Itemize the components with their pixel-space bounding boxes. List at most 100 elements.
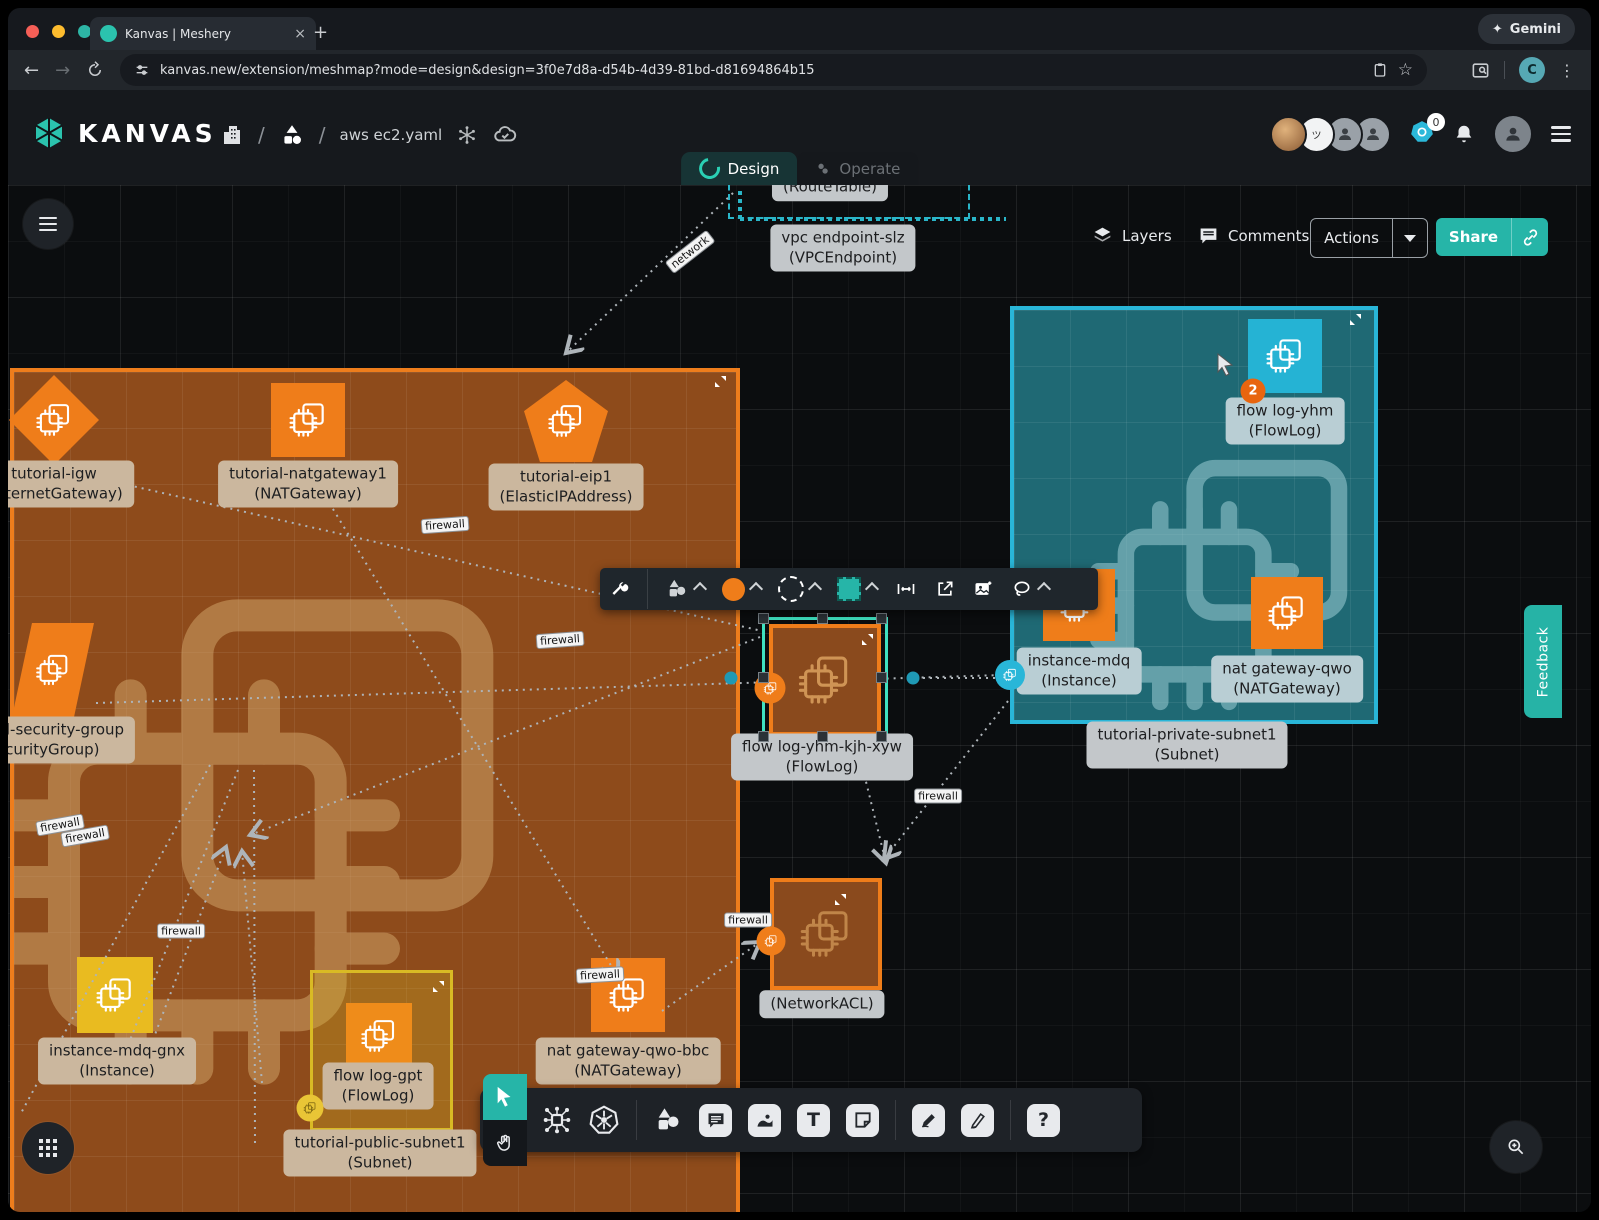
design-mode-icon [694, 154, 723, 183]
border-style-button[interactable] [778, 576, 820, 602]
dock-apps-button[interactable] [22, 1122, 74, 1174]
canvas-menu-button[interactable] [23, 199, 73, 249]
cloud-sync-icon[interactable] [492, 122, 518, 148]
selection-handle[interactable] [817, 613, 828, 624]
pan-tool[interactable] [483, 1120, 527, 1166]
node-label-eip1[interactable]: tutorial-eip1 (ElasticIPAddress) [489, 464, 644, 511]
gemini-button[interactable]: ✦ Gemini [1478, 14, 1575, 44]
media-tool[interactable] [748, 1104, 781, 1137]
browser-profile-avatar[interactable]: C [1519, 57, 1545, 83]
resize-icon[interactable] [714, 375, 727, 388]
node-label-route-table[interactable]: (RouteTable) [772, 185, 888, 201]
close-tab-icon[interactable]: × [294, 26, 306, 42]
edge-label-firewall: firewall [157, 924, 205, 939]
shape-fill-button[interactable] [837, 577, 877, 601]
star-bookmark-icon[interactable]: ☆ [1398, 60, 1413, 80]
node-label-security-group[interactable]: tutorial-security-group (SecurityGroup) [8, 717, 135, 764]
selection-handle[interactable] [876, 672, 887, 683]
configure-wrench-icon[interactable] [610, 579, 630, 599]
design-canvas[interactable]: 2 (RouteTable) vpc endpoint-slz (VPCEndp… [8, 185, 1591, 1212]
browser-menu-icon[interactable]: ⋮ [1559, 68, 1575, 73]
design-file-name[interactable]: aws ec2.yaml [340, 126, 443, 144]
flow-log-gpt-badge[interactable] [297, 1095, 324, 1122]
node-label-flow-log-gpt[interactable]: flow log-gpt (FlowLog) [323, 1063, 434, 1110]
select-tool[interactable] [483, 1074, 527, 1120]
mouse-cursor [1216, 353, 1236, 377]
node-label-instance-mdq[interactable]: instance-mdq (Instance) [1017, 648, 1142, 695]
minimize-window-button[interactable] [52, 25, 65, 38]
node-label-network-acl[interactable]: (NetworkACL) [759, 990, 884, 1018]
pen-tool[interactable] [912, 1104, 945, 1137]
user-avatar[interactable] [1493, 114, 1533, 154]
actions-button[interactable]: Actions [1310, 218, 1428, 258]
help-tool[interactable]: ? [1027, 1104, 1060, 1137]
zoom-button[interactable] [1490, 1121, 1542, 1173]
tab-design[interactable]: Design [681, 152, 798, 185]
node-label-instance-mdq-gnx[interactable]: instance-mdq-gnx (Instance) [38, 1038, 196, 1085]
resize-icon[interactable] [1349, 313, 1362, 326]
meshsync-snowflake-icon[interactable] [456, 124, 478, 146]
selection-handle[interactable] [758, 672, 769, 683]
reload-icon[interactable] [86, 61, 104, 79]
browser-tab[interactable]: Kanvas | Meshery × [90, 17, 316, 50]
add-image-icon[interactable] [972, 579, 994, 599]
node-label-public-subnet[interactable]: tutorial-public-subnet1 (Subnet) [283, 1130, 476, 1177]
kubernetes-icon[interactable] [588, 1104, 620, 1136]
resize-icon[interactable] [432, 980, 445, 993]
designs-icon[interactable] [279, 122, 305, 148]
new-tab-button[interactable]: + [313, 22, 328, 43]
kanvas-logo[interactable]: KANVAS [32, 116, 217, 150]
highlighter-tool[interactable] [961, 1104, 994, 1137]
back-icon[interactable]: ← [24, 60, 39, 81]
resize-icon[interactable] [861, 633, 874, 646]
comments-button[interactable]: Comments [1198, 225, 1309, 246]
selection-handle[interactable] [876, 613, 887, 624]
lasso-tool-button[interactable] [1011, 579, 1049, 599]
organization-icon[interactable] [220, 123, 244, 147]
region-connector-badge[interactable] [995, 660, 1025, 690]
selection-handle[interactable] [876, 731, 887, 742]
sync-status[interactable]: 0 [1409, 119, 1435, 149]
url-text[interactable]: kanvas.new/extension/meshmap?mode=design… [160, 63, 1362, 78]
node-label-nat-gateway-qwo[interactable]: nat gateway-qwo (NATGateway) [1211, 656, 1363, 703]
layers-button[interactable]: Layers [1092, 225, 1172, 246]
comment-tool[interactable] [699, 1104, 732, 1137]
resize-width-icon[interactable] [894, 579, 918, 599]
app-menu-icon[interactable] [1551, 122, 1571, 146]
note-tool[interactable] [846, 1104, 879, 1137]
node-label-nat-gateway-qwo-bbc[interactable]: nat gateway-qwo-bbc (NATGateway) [536, 1038, 721, 1085]
collaborator-avatar[interactable] [1270, 116, 1307, 153]
bottom-toolbar: T ? [480, 1088, 1142, 1152]
divider [895, 1100, 896, 1140]
shapes-menu-button[interactable] [665, 578, 705, 600]
tab-operate[interactable]: Operate [797, 152, 918, 185]
close-window-button[interactable] [26, 25, 39, 38]
share-button[interactable]: Share [1436, 218, 1548, 256]
forward-icon[interactable]: → [55, 60, 70, 81]
selection-handle[interactable] [817, 731, 828, 742]
edge-label-firewall: firewall [576, 966, 625, 983]
open-external-icon[interactable] [935, 579, 955, 599]
text-tool[interactable]: T [797, 1104, 830, 1137]
fill-color-button[interactable] [722, 578, 761, 601]
bookmark-card-icon[interactable] [1372, 62, 1388, 78]
url-bar[interactable]: kanvas.new/extension/meshmap?mode=design… [120, 54, 1427, 86]
actions-dropdown-button[interactable] [1393, 235, 1427, 242]
node-label-private-subnet[interactable]: tutorial-private-subnet1 (Subnet) [1086, 722, 1287, 769]
node-label-vpc-endpoint[interactable]: vpc endpoint-slz (VPCEndpoint) [770, 225, 915, 272]
node-label-flow-log-yhm[interactable]: flow log-yhm (FlowLog) [1226, 398, 1345, 445]
resize-icon[interactable] [834, 893, 847, 906]
copy-link-button[interactable] [1512, 229, 1548, 246]
components-icon[interactable] [542, 1105, 572, 1135]
side-panel-icon[interactable] [1471, 61, 1490, 80]
feedback-tab[interactable]: Feedback [1524, 605, 1562, 718]
node-label-igw[interactable]: tutorial-igw (InternetGateway) [8, 461, 134, 508]
network-acl-badge[interactable] [757, 927, 786, 956]
selection-handle[interactable] [758, 731, 769, 742]
shapes-tool-icon[interactable] [653, 1106, 683, 1134]
site-info-icon[interactable] [134, 62, 150, 78]
app-header: KANVAS / / aws ec2.yaml [8, 90, 1591, 185]
node-label-natgateway1[interactable]: tutorial-natgateway1 (NATGateway) [218, 461, 398, 508]
bell-icon[interactable] [1453, 122, 1475, 146]
selection-handle[interactable] [758, 613, 769, 624]
